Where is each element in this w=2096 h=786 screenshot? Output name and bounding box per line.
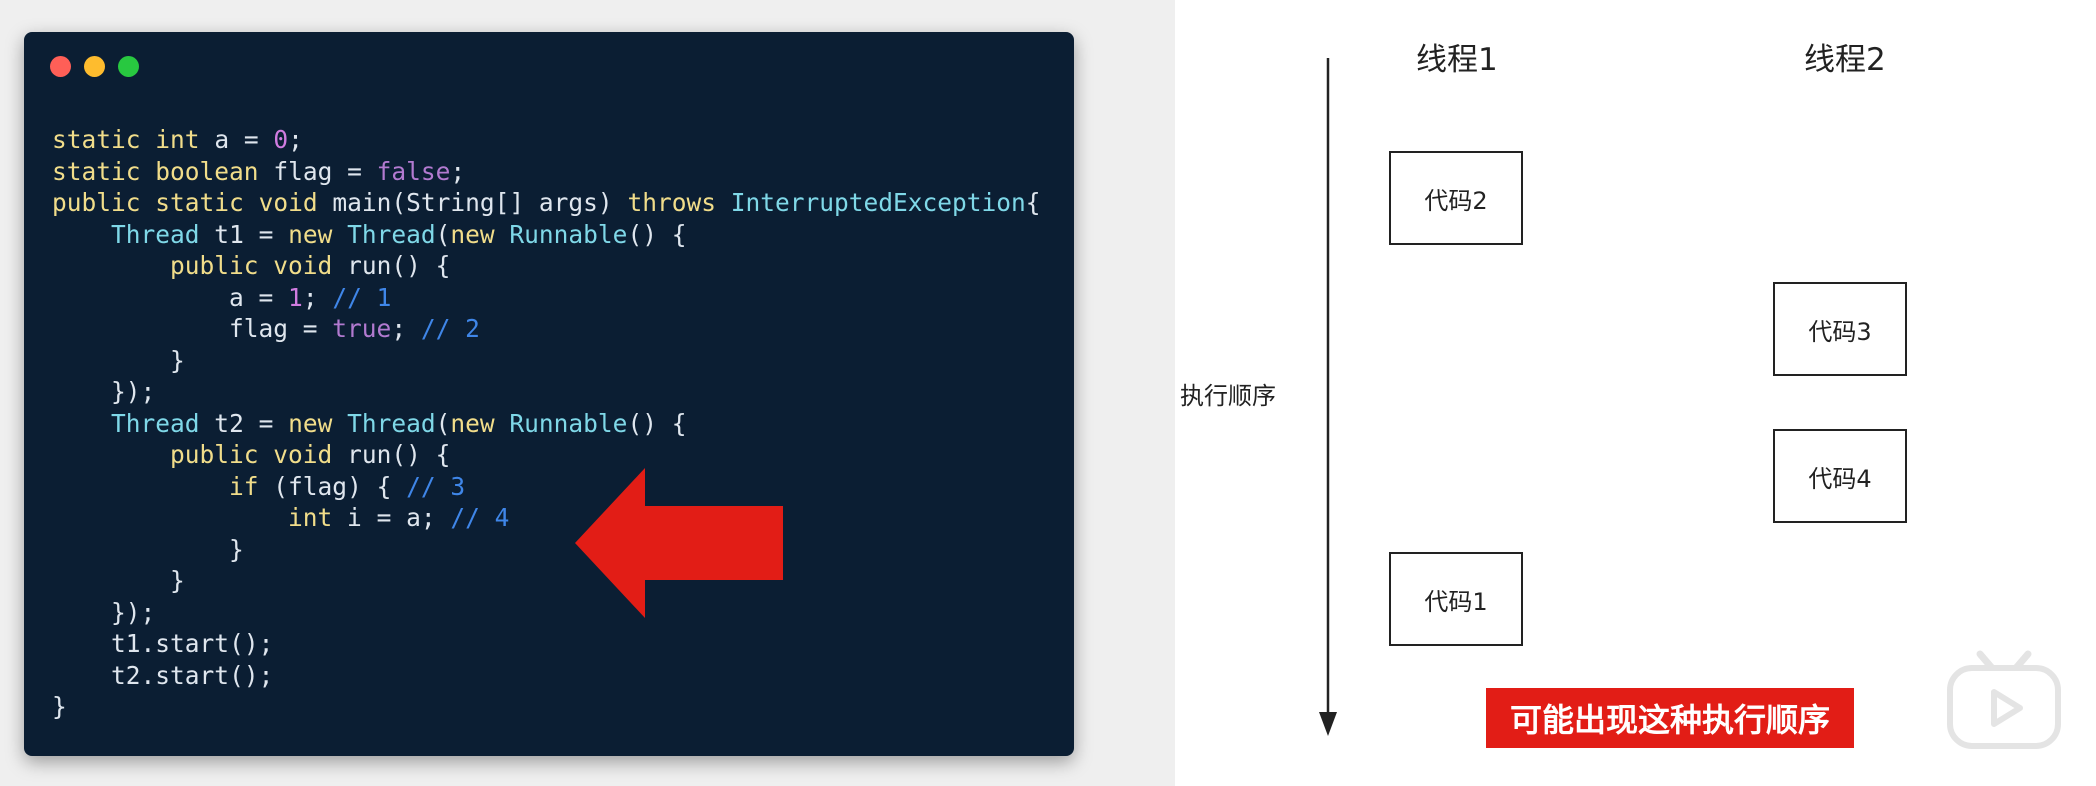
code2-box: 代码2 (1389, 151, 1523, 245)
execution-order-label: 执行顺序 (1180, 382, 1276, 410)
code-line: } (52, 534, 244, 564)
code-line: a = 1; // 1 (229, 282, 392, 312)
code-line: public static void main(String[] args) t… (52, 188, 1041, 217)
code-line: Thread t1 = new Thread(new Runnable() { (111, 219, 687, 249)
code-line: }); (52, 377, 156, 406)
code-line: Thread t2 = new Thread(new Runnable() { (111, 408, 687, 438)
code-window: static int a = 0; static boolean flag = f… (24, 32, 1074, 756)
code-line: public void run() { (170, 251, 451, 280)
code-line: static int a = 0; (52, 125, 303, 154)
code-line: if (flag) { // 3 (229, 471, 466, 501)
maximize-dot-icon[interactable] (118, 56, 139, 77)
code-line: flag = true; // 2 (229, 314, 480, 343)
thread2-label: 线程2 (1804, 42, 1886, 78)
code1-box: 代码1 (1389, 552, 1523, 646)
code1-label: 代码1 (1424, 587, 1488, 616)
code-line: t1.start(); (111, 629, 274, 658)
code3-box: 代码3 (1773, 282, 1907, 376)
thread1-label: 线程1 (1416, 42, 1498, 78)
minimize-dot-icon[interactable] (84, 56, 105, 77)
code2-label: 代码2 (1424, 186, 1488, 215)
bilibili-play-icon[interactable] (1946, 648, 2062, 750)
timeline-arrow-icon (1319, 58, 1337, 736)
code-line: public void run() { (170, 440, 451, 469)
code-block: static int a = 0; static boolean flag = f… (52, 124, 1041, 723)
code-line: }); (52, 597, 156, 627)
code4-label: 代码4 (1808, 464, 1872, 493)
red-arrow-icon (575, 468, 783, 618)
code-line: static boolean flag = false; (52, 156, 466, 186)
code-line: } (52, 345, 185, 375)
code3-label: 代码3 (1808, 317, 1872, 346)
code4-box: 代码4 (1773, 429, 1907, 523)
code-line: int i = a; // 4 (288, 503, 510, 532)
code-line: } (52, 566, 185, 595)
code-line: t2.start(); (111, 660, 274, 690)
subtitle-banner: 可能出现这种执行顺序 (1486, 688, 1854, 748)
code-line: } (52, 692, 67, 721)
window-controls (50, 56, 139, 77)
close-dot-icon[interactable] (50, 56, 71, 77)
